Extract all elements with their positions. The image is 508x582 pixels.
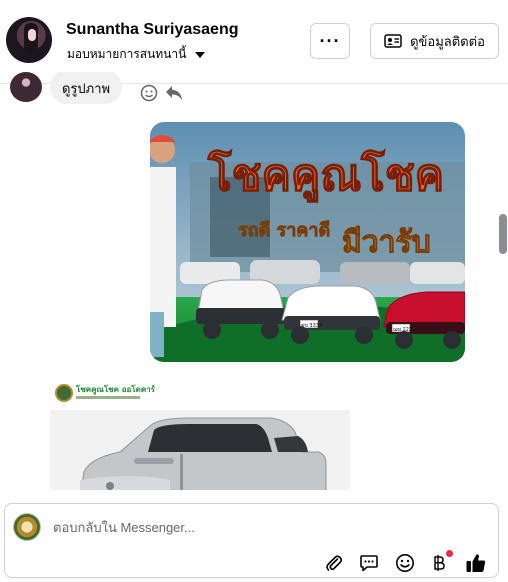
react-smiley-icon[interactable] (140, 84, 158, 102)
photo-brand-text: โชคคูณโชค ออโตคาร์ (75, 384, 156, 395)
assign-conversation-dropdown[interactable]: มอบหมายการสนทนานี้ (67, 45, 206, 64)
page-avatar (13, 513, 41, 541)
reply-composer (4, 503, 499, 578)
contact-name[interactable]: Sunantha Suriyasaeng (66, 21, 239, 39)
smiley-icon (396, 554, 414, 572)
scrollbar-thumb[interactable] (499, 214, 507, 254)
sender-avatar (10, 72, 42, 102)
contact-card-icon (384, 34, 402, 48)
notification-dot (446, 550, 453, 557)
chat-bubble-icon (360, 555, 378, 572)
payment-button[interactable] (429, 550, 453, 574)
promo-subline: รถดี ราคาดี (238, 220, 330, 241)
promo-image-1[interactable]: โชคคูณโชค รถดี ราคาดี มีวารับ ขข 3333 ฌฆ… (150, 122, 465, 362)
like-button[interactable] (465, 552, 487, 574)
assign-label: มอบหมายการสนทนานี้ (67, 47, 187, 61)
more-options-button[interactable]: ··· (310, 23, 350, 59)
saved-replies-button[interactable] (358, 552, 380, 574)
view-contact-label: ดูข้อมูลติดต่อ (410, 33, 485, 49)
chevron-down-icon (195, 52, 206, 58)
view-contact-button[interactable]: ดูข้อมูลติดต่อ (370, 23, 499, 59)
message-thread[interactable]: ดูรูปภาพ โชคคูณโชค รถดี ราคาดี มีวารับ ข… (0, 72, 508, 490)
thumbs-up-icon (466, 554, 486, 572)
promo-headline: โชคคูณโชค (207, 148, 444, 202)
paperclip-icon (326, 555, 343, 571)
vehicle-photo-2[interactable]: โชคคูณโชค ออโตคาร์ (50, 380, 350, 490)
promo-subline-2: มีวารับ (342, 225, 431, 260)
vehicle-photo-graphic: โชคคูณโชค ออโตคาร์ (50, 380, 350, 490)
attach-button[interactable] (323, 552, 345, 574)
promo-image-graphic: โชคคูณโชค รถดี ราคาดี มีวารับ ขข 3333 ฌฆ… (150, 122, 465, 362)
reply-input[interactable] (53, 516, 453, 538)
contact-avatar[interactable] (6, 17, 52, 63)
emoji-button[interactable] (394, 552, 416, 574)
reply-arrow-icon[interactable] (165, 85, 183, 101)
message-bubble[interactable]: ดูรูปภาพ (50, 72, 123, 104)
